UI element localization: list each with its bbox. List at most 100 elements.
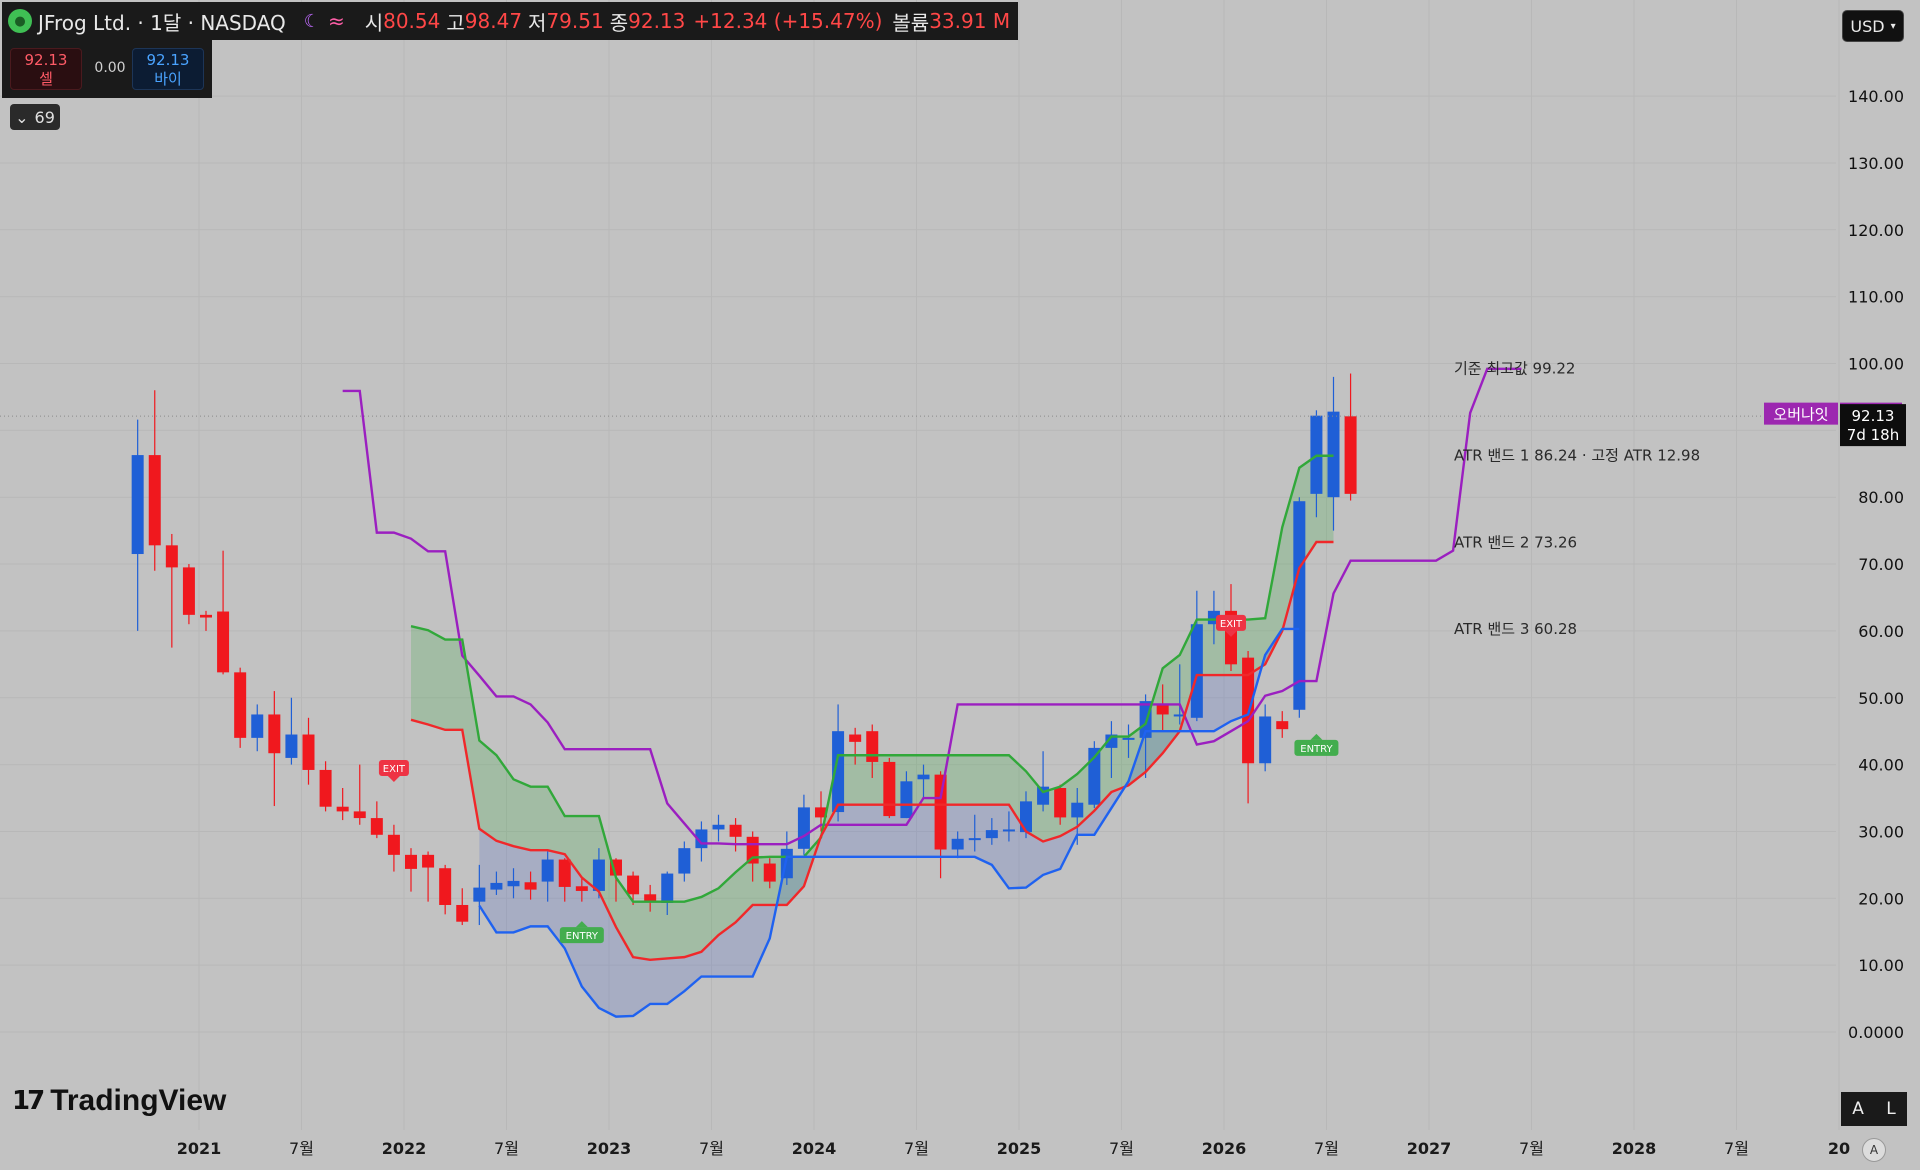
candle-body bbox=[729, 824, 742, 837]
price-tick-label: 30.00 bbox=[1858, 822, 1904, 841]
price-tick-label: 20.00 bbox=[1858, 889, 1904, 908]
candle-body bbox=[439, 868, 452, 905]
candle-down bbox=[883, 757, 896, 819]
candle-down bbox=[234, 667, 247, 748]
candle-down bbox=[405, 848, 417, 892]
candle-body bbox=[200, 614, 212, 618]
chevron-down-icon: ▾ bbox=[1890, 20, 1896, 32]
brand-name: TradingView bbox=[50, 1084, 227, 1117]
volume-label: 볼륨 bbox=[892, 10, 930, 35]
candle-body bbox=[1327, 411, 1340, 498]
price-tick-label: 120.00 bbox=[1848, 221, 1904, 240]
auto-adjust-button[interactable]: A bbox=[1862, 1138, 1886, 1162]
candle-body bbox=[1276, 721, 1289, 730]
trade-panel: 92.13 셀 0.00 92.13 바이 bbox=[2, 40, 212, 98]
high-label: 고 bbox=[446, 10, 465, 35]
signal-label: EXIT bbox=[1220, 619, 1243, 630]
signal-label: ENTRY bbox=[1300, 744, 1333, 755]
candle-down bbox=[148, 390, 161, 571]
time-tick-label: 7월 bbox=[1724, 1139, 1749, 1158]
band-value-labels: 기준 최고값 99.22 ATR 밴드 1 86.24 · 고정 ATR 12.9… bbox=[1454, 360, 1700, 638]
candle-body bbox=[746, 836, 759, 864]
candle-up bbox=[1190, 590, 1203, 722]
change-value: +12.34 (+15.47%) bbox=[693, 9, 883, 33]
signal-pointer bbox=[387, 775, 400, 782]
symbol-header[interactable]: ● JFrog Ltd. · 1달 · NASDAQ ☾ ≈ 시 80.54 고9… bbox=[2, 2, 1019, 40]
time-tick-label: 7월 bbox=[289, 1139, 314, 1158]
candle-body bbox=[678, 848, 691, 874]
price-tick-label: 130.00 bbox=[1848, 154, 1904, 173]
candle-body bbox=[1037, 786, 1050, 805]
candle-body bbox=[917, 774, 930, 780]
candle-down bbox=[1344, 373, 1357, 501]
time-axis[interactable]: 2021 7월 2022 7월 2023 7월 2024 7월 2025 7월 2026 7월 2027… bbox=[177, 1139, 1850, 1158]
chart-canvas[interactable]: EXIT ENTRY EXIT ENTRY 기준 최고값 99.22 ATR 밴드 1 … bbox=[0, 0, 1920, 1170]
candle-down bbox=[934, 771, 947, 879]
candle-body bbox=[1054, 787, 1067, 818]
candle-body bbox=[866, 731, 879, 762]
close-label: 종 bbox=[609, 10, 629, 35]
countdown-label: 7d 18h bbox=[1847, 426, 1899, 444]
candle-body bbox=[1293, 501, 1306, 710]
currency-label: USD bbox=[1850, 16, 1885, 36]
time-tick-label: 2021 bbox=[177, 1139, 222, 1158]
grid-lines bbox=[0, 0, 1840, 1130]
low-value: 79.51 bbox=[546, 9, 604, 33]
candle-up bbox=[285, 697, 298, 765]
candle-body bbox=[251, 714, 264, 738]
price-axis[interactable]: 0.0000 10.00 20.00 30.00 40.00 50.00 60.00 70.0… bbox=[1848, 87, 1904, 1042]
signal-pointer bbox=[1310, 733, 1323, 740]
candle-body bbox=[268, 714, 281, 754]
candle-body bbox=[490, 882, 503, 890]
volume-value: 33.91 M bbox=[929, 9, 1011, 33]
candle-body bbox=[575, 886, 588, 891]
candle-down bbox=[353, 764, 366, 825]
candle-body bbox=[1122, 737, 1135, 740]
band-value-label: 기준 최고값 99.22 bbox=[1454, 360, 1575, 378]
indicators-collapse-button[interactable]: ⌄ 69 bbox=[10, 104, 60, 130]
price-tick-label: 50.00 bbox=[1858, 689, 1904, 708]
candle-body bbox=[1259, 716, 1272, 764]
candle-body bbox=[1071, 802, 1084, 818]
open-label: 시 bbox=[364, 10, 384, 35]
price-tick-label: 100.00 bbox=[1848, 355, 1904, 374]
candles bbox=[131, 373, 1357, 926]
signal-label: EXIT bbox=[383, 764, 406, 775]
tradingview-logo[interactable]: 17 TradingView bbox=[12, 1084, 226, 1118]
time-tick-label: 2022 bbox=[382, 1139, 427, 1158]
candle-body bbox=[797, 807, 810, 849]
price-tick-label: 140.00 bbox=[1848, 87, 1904, 106]
sell-button[interactable]: 92.13 셀 bbox=[10, 48, 82, 90]
log-scale-button[interactable]: L bbox=[1886, 1099, 1895, 1119]
candle-down bbox=[422, 851, 435, 902]
currency-button[interactable]: USD ▾ bbox=[1842, 10, 1904, 42]
candle-down bbox=[319, 761, 332, 812]
tradingview-mark-icon: 17 bbox=[12, 1086, 45, 1116]
candle-body bbox=[148, 455, 161, 546]
candle-body bbox=[353, 811, 366, 819]
candle-body bbox=[883, 761, 896, 817]
time-tick-label: 2023 bbox=[587, 1139, 632, 1158]
time-tick-label: 20 bbox=[1828, 1139, 1850, 1158]
candle-body bbox=[712, 824, 725, 830]
candle-body bbox=[627, 875, 640, 895]
candle-up bbox=[797, 794, 810, 855]
candle-body bbox=[405, 854, 417, 869]
price-tick-label: 0.0000 bbox=[1848, 1023, 1904, 1042]
auto-scale-button[interactable]: A bbox=[1852, 1099, 1864, 1119]
price-tick-label: 40.00 bbox=[1858, 756, 1904, 775]
buy-button[interactable]: 92.13 바이 bbox=[132, 48, 204, 90]
time-tick-label: 7월 bbox=[699, 1139, 724, 1158]
candle-down bbox=[268, 691, 281, 807]
buy-label: 바이 bbox=[154, 70, 182, 88]
candle-down bbox=[456, 888, 469, 926]
candle-down bbox=[336, 787, 349, 821]
candle-body bbox=[934, 774, 947, 850]
candle-up bbox=[695, 821, 708, 862]
symbol-title[interactable]: JFrog Ltd. · 1달 · NASDAQ bbox=[38, 7, 286, 36]
time-tick-label: 7월 bbox=[1314, 1139, 1339, 1158]
indicators-count: 69 bbox=[34, 107, 55, 127]
candle-body bbox=[951, 838, 964, 850]
price-tick-label: 60.00 bbox=[1858, 622, 1904, 641]
price-tags: 오버나잇92.5092.137d 18h bbox=[0, 402, 1906, 447]
